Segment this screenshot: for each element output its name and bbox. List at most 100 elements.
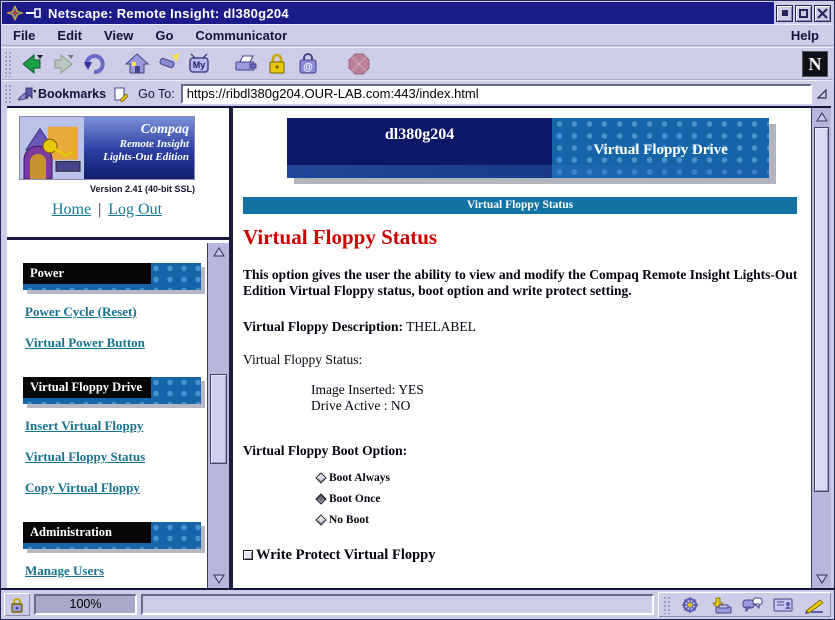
description-line: Virtual Floppy Description: THELABEL [243, 319, 803, 335]
my-netscape-button[interactable]: My [183, 49, 214, 78]
nav-section-power-header: Power [23, 263, 201, 290]
close-button[interactable] [814, 5, 831, 22]
status-message-area [141, 594, 654, 615]
sidebar-link-copy-virtual-floppy[interactable]: Copy Virtual Floppy [25, 480, 199, 496]
window-title: Netscape: Remote Insight: dl380g204 [48, 6, 289, 21]
menu-edit[interactable]: Edit [46, 28, 93, 43]
write-protect-label: Write Protect Virtual Floppy [256, 547, 435, 564]
no-boot-radio[interactable] [315, 514, 326, 525]
security-status-button[interactable] [4, 593, 30, 616]
nav-section-floppy-title: Virtual Floppy Drive [23, 377, 151, 398]
browser-window: Netscape: Remote Insight: dl380g204 File… [0, 0, 835, 620]
menu-go[interactable]: Go [144, 28, 184, 43]
stop-icon [347, 52, 371, 76]
status-drive-active: Drive Active : NO [311, 398, 803, 414]
inbox-button[interactable] [706, 594, 735, 615]
page-banner: dl380g204 Virtual Floppy Drive [287, 118, 769, 178]
maximize-button[interactable] [795, 5, 812, 22]
compaq-logo-text: Compaq Remote Insight Lights-Out Edition [84, 117, 194, 179]
minimize-button[interactable] [776, 5, 793, 22]
reload-button[interactable] [78, 49, 109, 78]
security-button[interactable] [261, 49, 292, 78]
print-button[interactable] [230, 49, 261, 78]
sidebar-link-virtual-power-button[interactable]: Virtual Power Button [25, 335, 199, 351]
sidebar-scroll-down-button[interactable] [208, 570, 229, 588]
section-title-bar: Virtual Floppy Status [243, 197, 797, 214]
security-lock-icon [265, 52, 289, 76]
page-proxy-icon[interactable] [112, 86, 128, 102]
sidebar-link-manage-users[interactable]: Manage Users [25, 563, 199, 579]
banner-texture-strip [287, 165, 769, 178]
url-dropdown-button[interactable] [814, 84, 829, 104]
menu-view[interactable]: View [93, 28, 144, 43]
no-boot-option[interactable]: No Boot [317, 514, 803, 526]
write-protect-checkbox[interactable] [243, 550, 253, 560]
component-bar-grip[interactable] [663, 596, 671, 614]
forward-icon [51, 52, 75, 76]
sidebar-scroll-up-button[interactable] [208, 243, 229, 261]
back-button[interactable] [16, 49, 47, 78]
discussions-button[interactable] [737, 594, 766, 615]
boot-always-radio[interactable] [315, 472, 326, 483]
boot-always-option[interactable]: Boot Always [317, 472, 803, 484]
compaq-logo: Compaq Remote Insight Lights-Out Edition [19, 116, 195, 180]
menu-help[interactable]: Help [777, 28, 833, 43]
titlebar[interactable]: Netscape: Remote Insight: dl380g204 [2, 2, 833, 24]
main-scroll-down-button[interactable] [812, 570, 831, 588]
sidebar-header-frame: Compaq Remote Insight Lights-Out Edition… [7, 108, 229, 240]
composer-icon [803, 596, 825, 614]
sidebar-link-power-cycle[interactable]: Power Cycle (Reset) [25, 304, 199, 320]
sidebar-link-insert-virtual-floppy[interactable]: Insert Virtual Floppy [25, 418, 199, 434]
main-scrollbar[interactable] [811, 108, 831, 588]
navigator-button[interactable] [675, 594, 704, 615]
goto-label: Go To: [138, 87, 175, 101]
write-protect-row[interactable]: Write Protect Virtual Floppy [243, 547, 803, 564]
back-icon [20, 52, 44, 76]
sidebar-scrollbar[interactable] [207, 243, 229, 588]
nav-section-power-title: Power [23, 263, 151, 284]
main-scrollbar-thumb[interactable] [814, 127, 829, 492]
boot-once-radio[interactable] [315, 493, 326, 504]
app-icon [6, 5, 24, 21]
menubar: File Edit View Go Communicator Help [2, 24, 833, 46]
boot-always-label: Boot Always [329, 472, 390, 484]
address-book-button[interactable] [768, 594, 797, 615]
menu-file[interactable]: File [2, 28, 46, 43]
link-separator: | [98, 201, 101, 218]
menu-communicator[interactable]: Communicator [184, 28, 298, 43]
home-button[interactable] [121, 49, 152, 78]
composer-button[interactable] [799, 594, 828, 615]
bookmarks-icon[interactable] [16, 86, 36, 102]
sidebar-scrollbar-thumb[interactable] [210, 374, 227, 464]
home-link[interactable]: Home [52, 201, 91, 218]
scroll-down-icon [213, 574, 225, 584]
page-content: dl380g204 Virtual Floppy Drive Virtual F… [233, 108, 811, 588]
home-icon [125, 52, 149, 76]
session-links: Home | Log Out [7, 201, 207, 219]
netscape-logo[interactable]: N [802, 51, 828, 77]
location-bar: Bookmarks Go To: [2, 80, 833, 106]
sidebar-link-virtual-floppy-status[interactable]: Virtual Floppy Status [25, 449, 199, 465]
search-button[interactable] [152, 49, 183, 78]
logout-link[interactable]: Log Out [108, 201, 162, 218]
shop-button[interactable]: @ [292, 49, 323, 78]
nav-section-admin-header: Administration [23, 522, 201, 549]
bookmarks-label[interactable]: Bookmarks [38, 87, 106, 101]
boot-option-radios: Boot Always Boot Once No Boot [317, 472, 803, 526]
discussions-icon [741, 596, 763, 614]
status-bar: 100% [1, 588, 834, 619]
progress-indicator: 100% [34, 594, 137, 615]
toolbar-grip[interactable] [4, 51, 12, 77]
pin-icon [26, 7, 42, 19]
description-label: Virtual Floppy Description: [243, 319, 403, 334]
locationbar-grip[interactable] [4, 84, 12, 104]
main-scroll-up-button[interactable] [812, 108, 831, 126]
stop-button[interactable] [343, 49, 374, 78]
shop-icon: @ [296, 52, 320, 76]
nav-section-admin-title: Administration [23, 522, 151, 543]
logo-line1: Remote Insight [84, 138, 189, 151]
forward-button[interactable] [47, 49, 78, 78]
boot-once-option[interactable]: Boot Once [317, 493, 803, 505]
reload-icon [82, 52, 106, 76]
url-input[interactable] [181, 84, 812, 104]
